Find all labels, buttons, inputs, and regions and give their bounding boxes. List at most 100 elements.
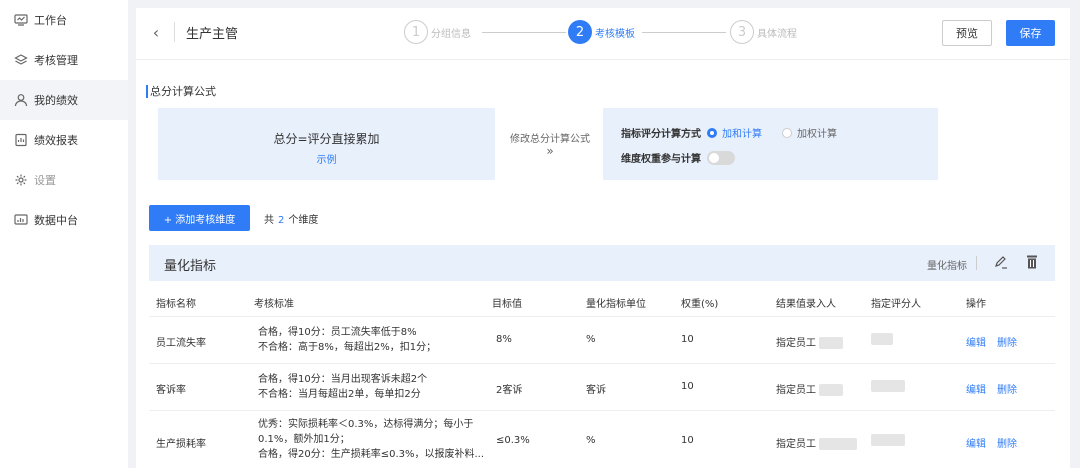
cell-scorer (871, 434, 905, 446)
topbar: ‹ 生产主管 1 分组信息 2 考核模板 3 具体流程 预览 保存 (136, 8, 1070, 60)
weight-toggle[interactable] (707, 150, 735, 165)
edit-link[interactable]: 编辑 (966, 334, 986, 349)
cell-weight: 10 (681, 381, 694, 392)
sidebar-item-label: 数据中台 (34, 214, 78, 227)
step-number: 1 (404, 20, 428, 44)
formula-panel: 总分=评分直接累加 示例 (158, 108, 495, 180)
step-3[interactable]: 3 具体流程 (730, 20, 797, 44)
calc-method-row: 指标评分计算方式 加和计算 加权计算 (621, 125, 837, 140)
sidebar-item-my-performance[interactable]: 我的绩效 (0, 80, 128, 120)
sidebar-item-settings[interactable]: 设置 (0, 160, 128, 200)
radio-weighted-label[interactable]: 加权计算 (797, 125, 837, 140)
divider (174, 22, 175, 42)
sidebar-item-report[interactable]: 绩效报表 (0, 120, 128, 160)
step-label: 具体流程 (757, 28, 797, 40)
std-line: 不合格：当月每超出2单，每单扣2分 (258, 389, 421, 400)
recorder-label: 指定员工 (776, 439, 816, 450)
preview-button[interactable]: 预览 (942, 20, 992, 46)
sidebar-item-label: 考核管理 (34, 54, 78, 67)
divider (976, 256, 977, 270)
cell-name: 客诉率 (156, 385, 186, 396)
user-icon (14, 93, 28, 107)
weight-row: 维度权重参与计算 (621, 150, 735, 165)
save-button[interactable]: 保存 (1006, 20, 1055, 46)
cell-recorder: 指定员工 (776, 381, 844, 396)
cell-unit: % (586, 334, 596, 345)
card-header: 量化指标 量化指标 (149, 245, 1055, 281)
radio-sum-label[interactable]: 加和计算 (722, 125, 762, 140)
sidebar-item-label: 工作台 (34, 14, 67, 27)
example-link[interactable]: 示例 (158, 151, 495, 166)
cell-standard: 合格，得10分：当月出现客诉未超2个 不合格：当月每超出2单，每单扣2分 (258, 372, 427, 402)
cell-standard: 合格，得10分：员工流失率低于8% 不合格：高于8%，每超出2%，扣1分； (258, 325, 436, 355)
cell-name: 员工流失率 (156, 338, 206, 349)
cell-standard: 优秀：实际损耗率＜0.3%，达标得满分；每小于 0.1%，额外加1分； 合格，得… (258, 417, 484, 462)
cell-scorer (871, 380, 905, 392)
cell-name: 生产损耗率 (156, 439, 206, 450)
redacted-name (871, 434, 905, 446)
sidebar-item-assessment[interactable]: 考核管理 (0, 40, 128, 80)
cell-target: 8% (496, 334, 512, 345)
sidebar-item-data-center[interactable]: 数据中台 (0, 200, 128, 240)
monitor-icon (14, 13, 28, 27)
back-icon[interactable]: ‹ (148, 22, 164, 42)
cell-target: 2客诉 (496, 385, 523, 396)
sidebar-item-label: 绩效报表 (34, 134, 78, 147)
trash-icon[interactable] (1024, 254, 1040, 270)
step-2[interactable]: 2 考核模板 (568, 20, 635, 44)
chart-icon (14, 213, 28, 227)
cell-target: ≤0.3% (496, 435, 530, 446)
step-number: 2 (568, 20, 592, 44)
cell-recorder: 指定员工 (776, 435, 858, 450)
cell-weight: 10 (681, 334, 694, 345)
recorder-label: 指定员工 (776, 385, 816, 396)
edit-link[interactable]: 编辑 (966, 381, 986, 396)
redacted-name (819, 337, 844, 349)
col-name: 指标名称 (156, 299, 196, 310)
std-line: 不合格：高于8%，每超出2%，扣1分； (258, 342, 437, 353)
double-chevron-icon[interactable]: » (508, 144, 592, 158)
table-row: 客诉率 合格，得10分：当月出现客诉未超2个 不合格：当月每超出2单，每单扣2分… (149, 364, 1055, 411)
step-connector (642, 32, 726, 33)
redacted-name (819, 438, 858, 450)
step-number: 3 (730, 20, 754, 44)
cell-unit: % (586, 435, 596, 446)
weight-label: 维度权重参与计算 (621, 154, 701, 165)
page-title: 生产主管 (186, 27, 239, 42)
delete-link[interactable]: 删除 (997, 334, 1017, 349)
card-tag: 量化指标 (927, 261, 967, 272)
step-label: 分组信息 (431, 28, 471, 40)
cell-recorder: 指定员工 (776, 334, 844, 349)
radio-sum[interactable] (707, 127, 717, 138)
step-label: 考核模板 (595, 28, 635, 40)
table-row: 生产损耗率 优秀：实际损耗率＜0.3%，达标得满分；每小于 0.1%，额外加1分… (149, 411, 1055, 468)
calc-settings-panel: 指标评分计算方式 加和计算 加权计算 维度权重参与计算 (603, 108, 938, 180)
delete-link[interactable]: 删除 (997, 381, 1017, 396)
main-panel: ‹ 生产主管 1 分组信息 2 考核模板 3 具体流程 预览 保存 总分计算公式… (136, 8, 1070, 468)
gear-icon (14, 173, 28, 187)
std-line: 优秀：实际损耗率＜0.3%，达标得满分；每小于 (258, 419, 474, 430)
sidebar-item-label: 我的绩效 (34, 94, 78, 107)
table-row: 员工流失率 合格，得10分：员工流失率低于8% 不合格：高于8%，每超出2%，扣… (149, 317, 1055, 364)
col-unit: 量化指标单位 (586, 299, 646, 310)
edit-link[interactable]: 编辑 (966, 435, 986, 450)
radio-weighted[interactable] (782, 127, 792, 138)
step-1[interactable]: 1 分组信息 (404, 20, 471, 44)
table-header: 指标名称 考核标准 目标值 量化指标单位 权重(%) 结果值录入人 指定评分人 … (149, 281, 1055, 317)
redacted-name (819, 384, 844, 396)
step-connector (482, 32, 566, 33)
edit-pen-icon[interactable] (993, 254, 1009, 270)
std-line: 合格，得20分：生产损耗率≤0.3%，以报废补料... (258, 449, 485, 460)
modify-formula-link[interactable]: 修改总分计算公式 (508, 130, 592, 145)
col-actions: 操作 (966, 299, 986, 310)
count-suffix: 个维度 (288, 215, 319, 226)
section-title: 总分计算公式 (146, 85, 216, 98)
delete-link[interactable]: 删除 (997, 435, 1017, 450)
sidebar-item-workbench[interactable]: 工作台 (0, 0, 128, 40)
col-target: 目标值 (492, 299, 522, 310)
dimension-count: 共 2 个维度 (264, 211, 318, 226)
cell-scorer (871, 333, 893, 345)
formula-text: 总分=评分直接累加 (273, 132, 380, 146)
add-dimension-button[interactable]: + 添加考核维度 (149, 205, 250, 231)
std-line: 合格，得10分：当月出现客诉未超2个 (258, 374, 428, 385)
